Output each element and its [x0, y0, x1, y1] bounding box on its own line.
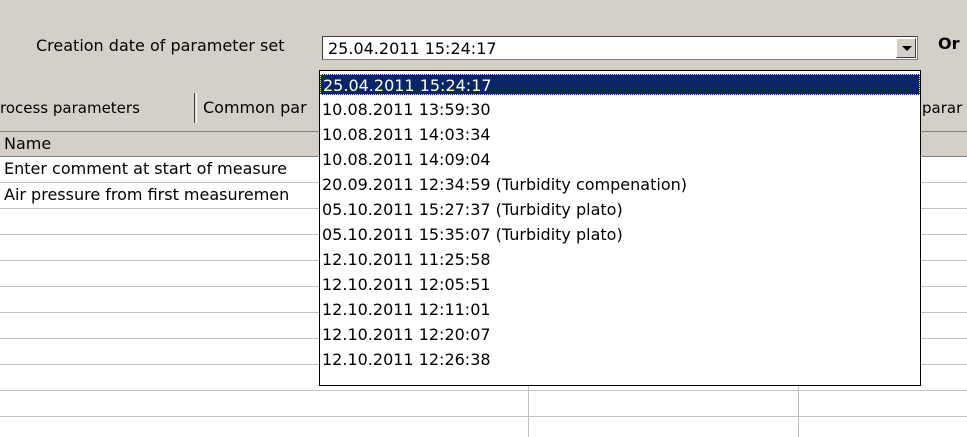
- dropdown-option[interactable]: 25.04.2011 15:24:17: [320, 74, 920, 95]
- table-row[interactable]: [0, 391, 967, 417]
- tab-label: parar: [922, 99, 963, 117]
- dropdown-option[interactable]: 05.10.2011 15:35:07 (Turbidity plato): [320, 224, 920, 245]
- dropdown-option[interactable]: 10.08.2011 13:59:30: [320, 99, 920, 120]
- creation-date-combo[interactable]: 25.04.2011 15:24:17: [322, 36, 918, 60]
- or-label: Or: [938, 34, 960, 53]
- combo-selected-value: 25.04.2011 15:24:17: [328, 39, 497, 58]
- dropdown-option[interactable]: 10.08.2011 14:09:04: [320, 149, 920, 170]
- dropdown-option[interactable]: 12.10.2011 12:05:51: [320, 274, 920, 295]
- chevron-down-icon: [902, 46, 912, 51]
- dropdown-option[interactable]: 12.10.2011 12:11:01: [320, 299, 920, 320]
- tab-label: rocess parameters: [0, 99, 140, 117]
- column-header-name[interactable]: Name: [4, 132, 314, 156]
- dropdown-button[interactable]: [896, 38, 916, 58]
- tab-common-parameters[interactable]: Common par: [196, 93, 320, 123]
- dropdown-option[interactable]: 05.10.2011 15:27:37 (Turbidity plato): [320, 199, 920, 220]
- creation-date-label: Creation date of parameter set: [36, 36, 285, 55]
- dropdown-option[interactable]: 12.10.2011 12:26:38: [320, 349, 920, 370]
- date-dropdown-list[interactable]: 25.04.2011 15:24:17 10.08.2011 13:59:30 …: [319, 70, 921, 386]
- dropdown-option[interactable]: 12.10.2011 12:20:07: [320, 324, 920, 345]
- tab-label: Common par: [203, 98, 307, 117]
- dropdown-option[interactable]: 12.10.2011 11:25:58: [320, 249, 920, 270]
- tab-process-parameters[interactable]: rocess parameters: [0, 93, 195, 123]
- cell-name: Enter comment at start of measure: [4, 159, 287, 178]
- dropdown-option[interactable]: 20.09.2011 12:34:59 (Turbidity compenati…: [320, 174, 920, 195]
- tab-other-parameters[interactable]: parar: [920, 93, 967, 123]
- cell-name: Air pressure from first measuremen: [4, 185, 290, 204]
- dropdown-option[interactable]: 10.08.2011 14:03:34: [320, 124, 920, 145]
